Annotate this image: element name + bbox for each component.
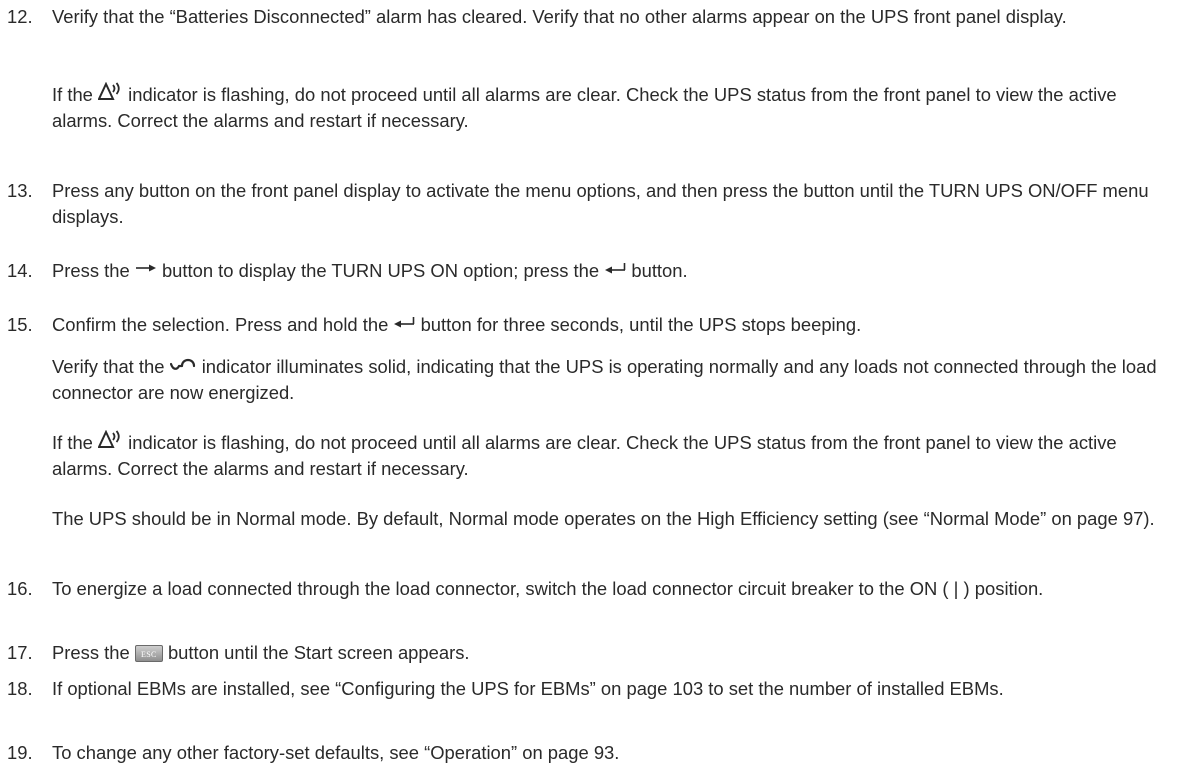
alarm-indicator-icon [98, 430, 123, 450]
normal-indicator-icon [169, 356, 197, 372]
step-text: Confirm the selection. Press and hold th… [52, 312, 1176, 338]
step-note: If the indicator is flashing, do not pro… [52, 82, 1176, 134]
step-text-part: Confirm the selection. Press and hold th… [52, 314, 389, 335]
step-text: To energize a load connected through the… [52, 578, 1044, 599]
step-text-part: button to display the TURN UPS ON option… [161, 260, 600, 281]
step-number: 12. [7, 6, 33, 27]
step-number: 17. [7, 642, 33, 663]
step-number: 15. [7, 314, 33, 335]
step-text: If optional EBMs are installed, see “Con… [52, 678, 1004, 699]
note-text-before: If the [52, 432, 93, 453]
step-number: 18. [7, 678, 33, 699]
right-arrow-icon [135, 263, 157, 273]
enter-icon [393, 316, 415, 328]
step-text: Press any button on the front panel disp… [52, 180, 1149, 227]
enter-icon [604, 262, 626, 274]
step-note: The UPS should be in Normal mode. By def… [52, 508, 1155, 529]
step-text-part: button. [631, 260, 688, 281]
esc-key-icon: ESC [134, 645, 163, 662]
note-text-after: indicator is flashing, do not proceed un… [52, 432, 1117, 479]
note-text-after: indicator illuminates solid, indicating … [52, 356, 1157, 403]
step-text-part: button until the Start screen appears. [167, 642, 470, 663]
step-number: 13. [7, 180, 33, 201]
document-page: 12. Verify that the “Batteries Disconnec… [0, 0, 1189, 766]
step-text: Press the button to display the TURN UPS… [52, 258, 1176, 284]
note-text-before: Verify that the [52, 356, 165, 377]
step-number: 16. [7, 578, 33, 599]
step-text: To change any other factory-set defaults… [52, 742, 620, 763]
step-note: Verify that the indicator illuminates so… [52, 354, 1176, 406]
step-text: Verify that the “Batteries Disconnected”… [52, 6, 1067, 27]
step-text-part: button for three seconds, until the UPS … [420, 314, 862, 335]
note-text-before: If the [52, 84, 93, 105]
step-note: If the indicator is flashing, do not pro… [52, 430, 1176, 482]
step-number: 19. [7, 742, 33, 763]
alarm-indicator-icon [98, 82, 123, 102]
step-text-part: Press the [52, 260, 130, 281]
step-text: Press the ESC button until the Start scr… [52, 640, 1176, 666]
note-text-after: indicator is flashing, do not proceed un… [52, 84, 1117, 131]
step-text-part: Press the [52, 642, 130, 663]
step-number: 14. [7, 260, 33, 281]
